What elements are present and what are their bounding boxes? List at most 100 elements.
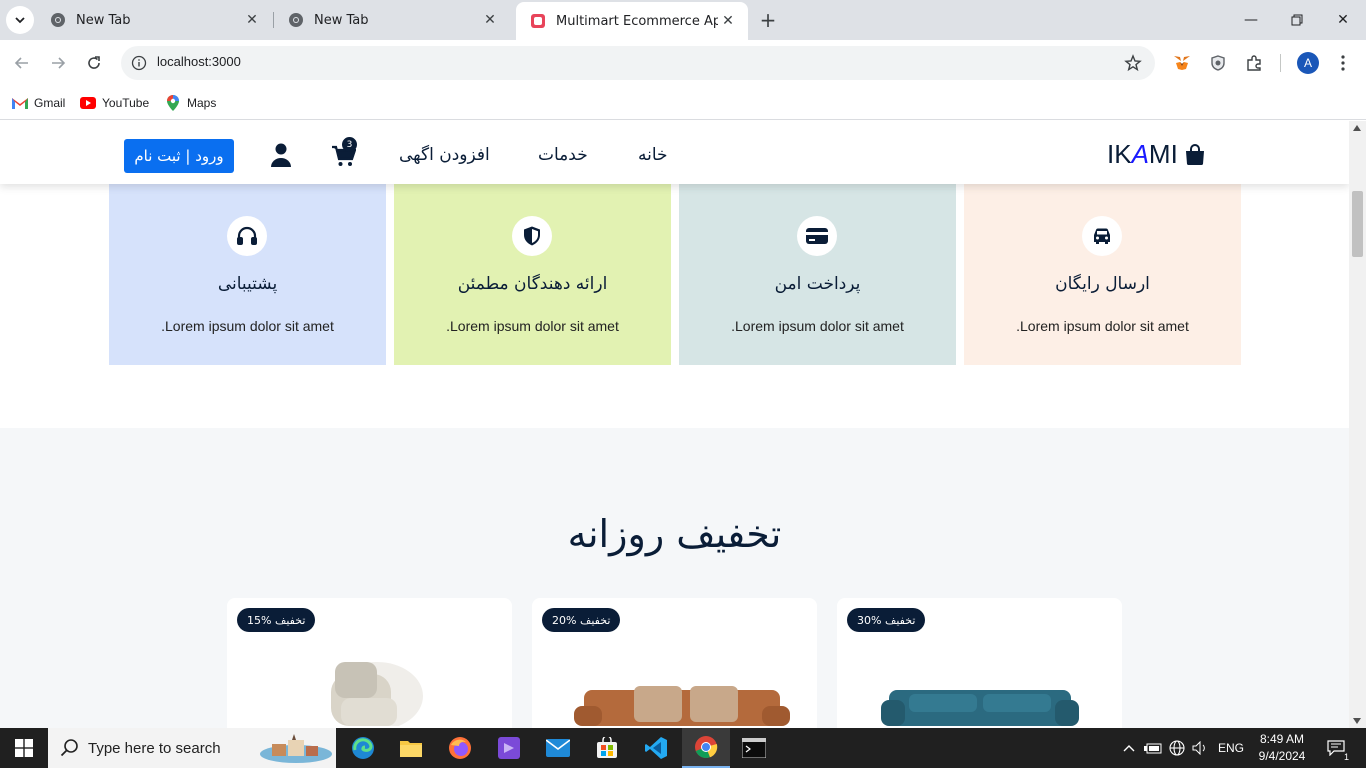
shield-icon — [512, 216, 552, 256]
armchair-image — [331, 662, 423, 726]
shield-extension-icon[interactable] — [1207, 52, 1229, 74]
tab-search-button[interactable] — [6, 6, 34, 34]
shopping-bag-icon — [1185, 143, 1204, 165]
browser-tab-1[interactable]: New Tab ✕ — [36, 0, 272, 40]
product-card[interactable]: 20% تخفیف — [532, 598, 817, 728]
kebab-menu-icon[interactable] — [1332, 52, 1354, 74]
youtube-icon — [80, 95, 96, 111]
bookmark-label: Maps — [187, 96, 217, 110]
visual-studio-icon[interactable] — [485, 728, 533, 768]
new-tab-button[interactable]: + — [756, 8, 780, 32]
user-icon[interactable] — [270, 143, 292, 167]
microsoft-store-icon[interactable] — [583, 728, 631, 768]
taskbar-clock[interactable]: 8:49 AM 9/4/2024 — [1254, 731, 1310, 765]
reload-icon — [88, 56, 100, 69]
notification-icon — [1327, 740, 1345, 756]
bookmark-maps[interactable]: Maps — [165, 93, 216, 113]
url-text: localhost:3000 — [157, 54, 241, 69]
forward-button[interactable] — [44, 49, 72, 77]
site-logo[interactable]: IK A MI — [1107, 139, 1206, 170]
bookmark-gmail[interactable]: Gmail — [12, 93, 65, 113]
notification-center-button[interactable]: 1 — [1318, 728, 1354, 768]
cart-count-badge: 3 — [342, 137, 357, 152]
edge-app-icon[interactable] — [339, 728, 387, 768]
tab-title: New Tab — [76, 12, 131, 28]
product-card[interactable]: 30% تخفیف — [837, 598, 1122, 728]
discount-badge: 20% تخفیف — [542, 608, 621, 632]
service-card-support: پشتیبانی .Lorem ipsum dolor sit amet — [109, 161, 386, 365]
chevron-down-icon — [15, 17, 25, 24]
clock-time: 8:49 AM — [1259, 732, 1305, 746]
scroll-down-arrow-icon[interactable] — [1353, 718, 1361, 724]
firefox-icon[interactable] — [436, 728, 484, 768]
page-scrollbar[interactable] — [1349, 121, 1366, 728]
metamask-icon[interactable] — [1171, 52, 1193, 74]
battery-icon[interactable] — [1142, 728, 1164, 768]
toolbar-divider — [1280, 54, 1281, 72]
logo-text-accent: A — [1131, 139, 1149, 169]
show-hidden-icons-chevron-icon[interactable] — [1119, 728, 1139, 768]
network-globe-icon[interactable] — [1166, 728, 1188, 768]
brown-sofa-image — [574, 686, 790, 726]
browser-toolbar: localhost:3000 A — [0, 40, 1366, 86]
search-icon — [60, 739, 78, 757]
start-button[interactable] — [0, 728, 48, 768]
vscode-icon[interactable] — [632, 728, 680, 768]
product-card[interactable]: 15% تخفیف — [227, 598, 512, 728]
headphones-icon — [227, 216, 267, 256]
nav-add-ad[interactable]: افزودن اگهی — [399, 145, 490, 165]
service-description: .Lorem ipsum dolor sit amet — [1016, 318, 1189, 334]
service-title: ارسال رایگان — [1055, 274, 1150, 294]
credit-card-icon — [797, 216, 837, 256]
chrome-icon — [288, 12, 304, 28]
site-info-icon[interactable] — [129, 53, 149, 73]
maps-pin-icon — [165, 95, 181, 111]
browser-tab-strip: New Tab ✕ New Tab ✕ Multimart Ecommerce … — [0, 0, 1366, 40]
search-placeholder: Type here to search — [88, 739, 221, 757]
arrow-left-icon — [14, 57, 28, 69]
chrome-taskbar-icon[interactable] — [682, 728, 730, 768]
chrome-icon — [50, 12, 66, 28]
service-card-secure-payment: پرداخت امن .Lorem ipsum dolor sit amet — [679, 161, 956, 365]
close-tab-icon[interactable]: ✕ — [718, 11, 738, 31]
minimize-button[interactable]: — — [1228, 0, 1274, 40]
login-register-button[interactable]: ورود | ثبت نام — [124, 139, 234, 173]
browser-tab-active[interactable]: Multimart Ecommerce App ✕ — [516, 2, 748, 40]
extensions-puzzle-icon[interactable] — [1243, 52, 1265, 74]
bookmark-star-icon[interactable] — [1123, 53, 1143, 73]
close-tab-icon[interactable]: ✕ — [242, 10, 262, 30]
terminal-icon[interactable] — [730, 728, 778, 768]
site-favicon-icon — [530, 13, 546, 29]
browser-tab-2[interactable]: New Tab ✕ — [274, 0, 510, 40]
close-window-button[interactable]: ✕ — [1320, 0, 1366, 40]
reload-button[interactable] — [80, 49, 108, 77]
service-description: .Lorem ipsum dolor sit amet — [446, 318, 619, 334]
address-bar[interactable]: localhost:3000 — [121, 46, 1155, 80]
nav-services[interactable]: خدمات — [538, 145, 588, 165]
taskbar-search-box[interactable]: Type here to search — [48, 728, 336, 768]
bookmark-label: YouTube — [102, 96, 150, 110]
service-description: .Lorem ipsum dolor sit amet — [161, 318, 334, 334]
restore-icon — [1291, 14, 1303, 26]
windows-taskbar: Type here to search ENG 8:49 AM 9/4/2024… — [0, 728, 1366, 768]
service-card-free-shipping: ارسال رایگان .Lorem ipsum dolor sit amet — [964, 161, 1241, 365]
page-viewport: IK A MI خانه خدمات افزودن اگهی 3 ورود | ثب… — [0, 121, 1349, 728]
file-explorer-icon[interactable] — [387, 728, 435, 768]
profile-avatar[interactable]: A — [1297, 52, 1319, 74]
restore-button[interactable] — [1274, 0, 1320, 40]
gmail-icon — [12, 95, 28, 111]
nav-home[interactable]: خانه — [638, 145, 668, 165]
bookmark-youtube[interactable]: YouTube — [80, 93, 149, 113]
windows-logo-icon — [15, 739, 33, 757]
scroll-up-arrow-icon[interactable] — [1353, 125, 1361, 131]
discount-badge: 15% تخفیف — [237, 608, 316, 632]
notification-count: 1 — [1343, 752, 1349, 762]
back-button[interactable] — [8, 49, 36, 77]
mail-icon[interactable] — [534, 728, 582, 768]
bookmarks-bar: Gmail YouTube Maps — [0, 86, 1366, 120]
car-icon — [1082, 216, 1122, 256]
volume-icon[interactable] — [1189, 728, 1211, 768]
language-indicator[interactable]: ENG — [1214, 728, 1248, 768]
close-tab-icon[interactable]: ✕ — [480, 10, 500, 30]
scroll-thumb[interactable] — [1352, 191, 1363, 257]
